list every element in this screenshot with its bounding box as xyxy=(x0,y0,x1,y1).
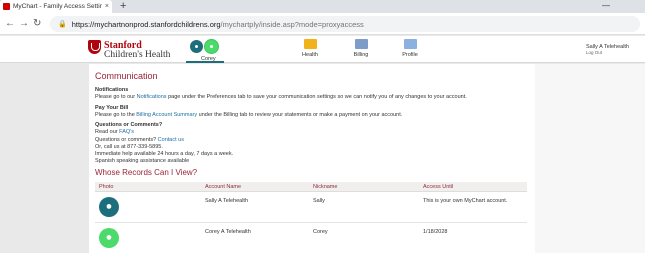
url-field[interactable]: 🔒 https://mychartnonprod.stanfordchildre… xyxy=(50,16,640,32)
account-name-cell: Sally A Telehealth xyxy=(205,198,249,204)
notifications-section: Notifications Please go to our Notificat… xyxy=(95,87,467,102)
nickname-cell: Corey xyxy=(313,229,328,235)
heart-icon xyxy=(303,39,317,49)
nav-profile[interactable]: Profile xyxy=(390,39,430,58)
table-header: Photo Account Name Nickname Access Until xyxy=(95,182,527,192)
notifications-heading: Notifications xyxy=(95,87,129,93)
spanish-line: Spanish speaking assistance available xyxy=(95,158,190,165)
sally-photo-avatar: ● xyxy=(99,197,119,217)
pay-bill-heading: Pay Your Bill xyxy=(95,105,129,111)
nickname-cell: Sally xyxy=(313,198,325,204)
nav-profile-label: Profile xyxy=(402,52,418,58)
new-tab-icon[interactable]: + xyxy=(120,0,126,13)
notifications-link[interactable]: Notifications xyxy=(137,94,167,100)
faq-line: Read our FAQ's xyxy=(95,129,134,136)
access-until-cell: This is your own MyChart account. xyxy=(423,198,508,204)
right-sidebar xyxy=(535,64,645,253)
table-row: ● Sally A Telehealth Sally This is your … xyxy=(95,192,527,223)
lock-icon: 🔒 xyxy=(58,21,67,28)
nav-billing[interactable]: Billing xyxy=(341,39,381,58)
questions-section: Questions or Comments? Read our FAQ's Qu… xyxy=(95,122,233,166)
tab-close-icon[interactable]: × xyxy=(102,3,112,10)
corey-account-avatar[interactable]: ● xyxy=(204,39,219,54)
records-table: Photo Account Name Nickname Access Until… xyxy=(95,182,527,253)
main-content: Communication Notifications Please go to… xyxy=(89,64,535,253)
corey-photo-avatar: ● xyxy=(99,228,119,248)
mychart-favicon-icon xyxy=(3,3,10,10)
notifications-text: Please go to our Notifications page unde… xyxy=(95,94,467,101)
browser-address-bar: ← → ↻ 🔒 https://mychartnonprod.stanfordc… xyxy=(0,13,645,35)
nav-billing-label: Billing xyxy=(353,52,369,58)
person-icon: ● xyxy=(105,200,113,213)
communication-title: Communication xyxy=(95,71,158,81)
col-access-until: Access Until xyxy=(423,184,454,190)
logo-text-childrens-health[interactable]: Children's Health xyxy=(104,50,170,60)
person-icon: ● xyxy=(209,43,214,50)
col-photo: Photo xyxy=(99,184,114,190)
pay-bill-text: Please go to the Billing Account Summary… xyxy=(95,112,403,119)
browser-tab[interactable]: MyChart - Family Access Settings × xyxy=(0,0,112,13)
col-nickname: Nickname xyxy=(313,184,338,190)
sally-account-avatar[interactable]: ● xyxy=(190,40,203,53)
hours-line: Immediate help available 24 hours a day,… xyxy=(95,151,234,158)
logout-link[interactable]: Log Out xyxy=(586,50,602,55)
account-name-cell: Corey A Telehealth xyxy=(205,229,251,235)
contact-line: Questions or comments? Contact us xyxy=(95,136,184,143)
browser-tab-bar: MyChart - Family Access Settings × + — xyxy=(0,0,645,13)
nav-health-label: Health xyxy=(302,52,318,58)
profile-icon xyxy=(403,39,417,49)
faq-link[interactable]: FAQ's xyxy=(119,129,134,135)
active-account-underline xyxy=(186,61,224,63)
person-icon: ● xyxy=(194,43,199,50)
contact-us-link[interactable]: Contact us xyxy=(158,137,184,143)
records-title: Whose Records Can I View? xyxy=(95,168,198,177)
phone-line: Or, call us at 877-339-5895. xyxy=(95,143,163,150)
window-minimize-icon[interactable]: — xyxy=(602,0,610,11)
back-arrow-icon[interactable]: ← xyxy=(5,17,15,31)
col-account-name: Account Name xyxy=(205,184,242,190)
app-header: Stanford Children's Health ● ● Corey Hea… xyxy=(0,36,645,63)
reload-icon[interactable]: ↻ xyxy=(33,17,41,31)
questions-heading: Questions or Comments? xyxy=(95,122,163,128)
pay-bill-section: Pay Your Bill Please go to the Billing A… xyxy=(95,105,402,120)
person-icon: ● xyxy=(105,231,113,244)
billing-icon xyxy=(354,39,368,49)
forward-arrow-icon[interactable]: → xyxy=(19,17,29,31)
tab-title: MyChart - Family Access Settings xyxy=(13,3,102,10)
stanford-logo-icon[interactable] xyxy=(88,40,101,54)
table-row: ● Corey A Telehealth Corey 1/18/2028 xyxy=(95,223,527,253)
billing-account-summary-link[interactable]: Billing Account Summary xyxy=(136,112,197,118)
url-text: https://mychartnonprod.stanfordchildrens… xyxy=(71,19,364,29)
access-until-cell: 1/18/2028 xyxy=(423,229,448,235)
nav-health[interactable]: Health xyxy=(290,39,330,58)
